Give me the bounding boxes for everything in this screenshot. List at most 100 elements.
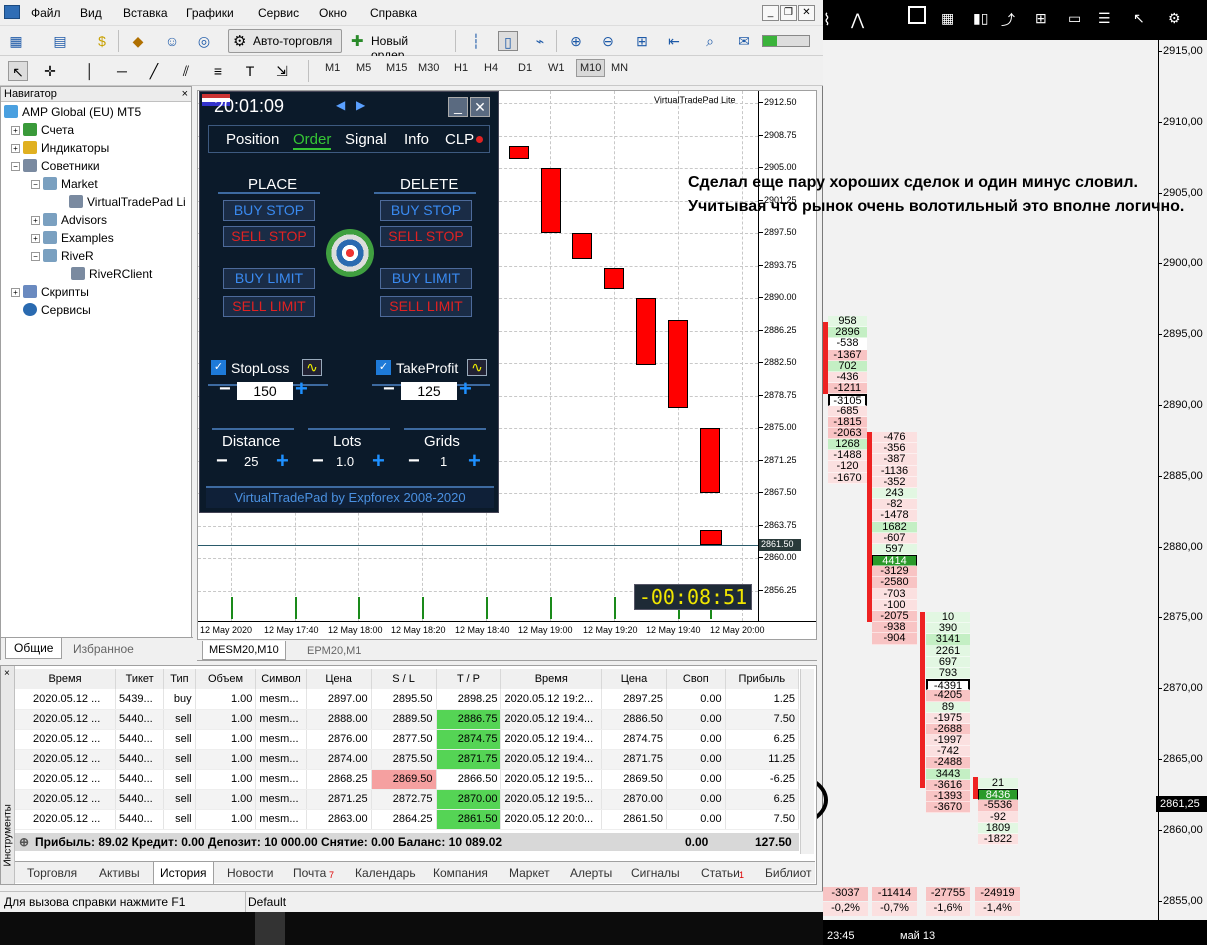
nav-scripts[interactable]: + Скрипты (11, 285, 89, 299)
scroll-icon[interactable]: ⇤ (664, 31, 684, 51)
stoploss-minus-button[interactable]: − (219, 378, 231, 401)
terminal-tab[interactable]: Алерты (570, 866, 612, 880)
stoploss-checkbox[interactable]: ✓ (211, 360, 226, 375)
terminal-tab[interactable]: Маркет (509, 866, 550, 880)
place-buy-stop-button[interactable]: BUY STOP (223, 200, 315, 221)
profiles-icon[interactable]: ▤ (50, 31, 70, 51)
terminal-tab[interactable]: Торговля (27, 866, 77, 880)
takeprofit-plus-button[interactable]: + (459, 376, 472, 402)
menu-view[interactable]: Вид (80, 6, 102, 20)
panel-icon[interactable]: ▭ (1068, 10, 1081, 27)
terminal-tab[interactable]: Компания (433, 866, 488, 880)
delete-sell-stop-button[interactable]: SELL STOP (380, 226, 472, 247)
delete-buy-stop-button[interactable]: BUY STOP (380, 200, 472, 221)
column-header[interactable]: Своп (666, 669, 726, 689)
search-icon[interactable]: ⌕ (700, 31, 720, 51)
cursor-icon[interactable]: ↖ (1133, 10, 1145, 27)
table-row[interactable]: 2020.05.12 ... 5440... sell 1.00 mesm... 2876… (15, 729, 800, 750)
tf-m10[interactable]: M10 (576, 59, 606, 77)
market-watch-icon[interactable]: $ (92, 31, 112, 51)
terminal-scrollbar[interactable] (800, 669, 814, 854)
chart-icon[interactable]: ⌇ (823, 10, 831, 30)
tab-clp[interactable]: CLP (445, 131, 474, 148)
menu-file[interactable]: Файл (31, 6, 61, 20)
next-arrow-icon[interactable]: ▶ (356, 98, 365, 112)
column-header[interactable]: Символ (255, 669, 307, 689)
takeprofit-minus-button[interactable]: − (383, 378, 395, 401)
export-icon[interactable]: ⤴ (1001, 10, 1015, 30)
tf-m30[interactable]: M30 (418, 62, 439, 74)
takeprofit-input[interactable]: 125 (401, 382, 457, 400)
nav-broker[interactable]: AMP Global (EU) MT5 (4, 105, 141, 119)
column-header[interactable]: Тип (163, 669, 196, 689)
autotrade-button[interactable]: ⚙ Авто-торговля (228, 29, 342, 53)
crosshair-icon[interactable]: ✛ (40, 61, 60, 81)
tab-signal[interactable]: Signal (345, 131, 387, 148)
menu-service[interactable]: Сервис (258, 6, 299, 20)
terminal-tab[interactable]: Новости (227, 866, 273, 880)
pad-close-button[interactable]: ✕ (470, 97, 490, 117)
minimize-button[interactable]: _ (762, 5, 779, 21)
candlestick-icon[interactable]: ▯ (498, 31, 518, 51)
menu-icon[interactable]: ☰ (1098, 10, 1111, 27)
table-row[interactable]: 2020.05.12 ... 5439... buy 1.00 mesm... 2897.… (15, 689, 800, 710)
stoploss-input[interactable]: 150 (237, 382, 293, 400)
menu-window[interactable]: Окно (319, 6, 347, 20)
navigator-icon[interactable]: ☺ (162, 31, 182, 51)
stoploss-wave-icon[interactable]: ∿ (302, 359, 322, 376)
takeprofit-wave-icon[interactable]: ∿ (467, 359, 487, 376)
place-buy-limit-button[interactable]: BUY LIMIT (223, 268, 315, 289)
data-window-icon[interactable]: ◆ (128, 31, 148, 51)
tf-h4[interactable]: H4 (484, 62, 498, 74)
prev-arrow-icon[interactable]: ◀ (336, 98, 345, 112)
terminal-tab[interactable]: Активы (99, 866, 140, 880)
nav-examples[interactable]: + Examples (31, 231, 114, 245)
takeprofit-checkbox[interactable]: ✓ (376, 360, 391, 375)
zoom-out-icon[interactable]: ⊖ (598, 31, 618, 51)
delete-sell-limit-button[interactable]: SELL LIMIT (380, 296, 472, 317)
terminal-tab[interactable]: Статьи (701, 866, 740, 880)
nav-market[interactable]: − Market (31, 177, 98, 191)
column-header[interactable]: T / P (436, 669, 502, 689)
tf-w1[interactable]: W1 (548, 62, 565, 74)
menu-charts[interactable]: Графики (186, 6, 234, 20)
tab-mesm20[interactable]: MESM20,M10 (202, 641, 286, 660)
bar-chart-icon[interactable]: ┆ (466, 31, 486, 51)
column-header[interactable]: Цена (601, 669, 667, 689)
horizontal-line-icon[interactable]: ─ (112, 61, 132, 81)
new-order-button[interactable]: ✚ Новый ордер (346, 29, 450, 62)
chat-icon[interactable]: ✉ (734, 31, 754, 51)
tab-position[interactable]: Position (226, 131, 279, 148)
footprint-chart[interactable]: ⌇ ⋀ ▦ ▮▯ ⤴ ⊞ ▭ ☰ ↖ ⚙ 2861,25 958 2896 -538… (823, 0, 1207, 945)
window-icon[interactable] (908, 6, 926, 24)
grids-value[interactable]: 1 (440, 454, 447, 469)
line-chart-icon[interactable]: ⌁ (530, 31, 550, 51)
settings-icon[interactable]: ⚙ (1168, 10, 1181, 27)
candle-icon[interactable]: ▮▯ (973, 10, 988, 27)
menu-insert[interactable]: Вставка (123, 6, 168, 20)
nav-virtualtradepad[interactable]: VirtualTradePad Li (69, 195, 186, 209)
grids-minus-button[interactable]: − (408, 450, 420, 473)
pad-minimize-button[interactable]: _ (448, 97, 468, 117)
table-row[interactable]: 2020.05.12 ... 5440... sell 1.00 mesm... 2868… (15, 769, 800, 790)
terminal-tab[interactable]: Сигналы (631, 866, 680, 880)
tab-epm20[interactable]: EPM20,M1 (307, 645, 361, 657)
lots-minus-button[interactable]: − (312, 450, 324, 473)
zoom-in-icon[interactable]: ⊕ (566, 31, 586, 51)
trendline-icon[interactable]: ╱ (144, 61, 164, 81)
delete-buy-limit-button[interactable]: BUY LIMIT (380, 268, 472, 289)
distance-plus-button[interactable]: + (276, 448, 289, 474)
table-row[interactable]: 2020.05.12 ... 5440... sell 1.00 mesm... 2863… (15, 809, 800, 830)
column-header[interactable]: Время (500, 669, 603, 689)
fibo-icon[interactable]: ≡ (208, 61, 228, 81)
cursor-icon[interactable]: ↖ (8, 61, 28, 81)
nav-experts[interactable]: − Советники (11, 159, 100, 173)
nav-accounts[interactable]: + Счета (11, 123, 74, 137)
close-button[interactable]: ✕ (798, 5, 815, 21)
place-sell-stop-button[interactable]: SELL STOP (223, 226, 315, 247)
column-header[interactable]: Объем (195, 669, 257, 689)
new-chart-icon[interactable]: ▦ (6, 31, 26, 51)
tf-h1[interactable]: H1 (454, 62, 468, 74)
distance-value[interactable]: 25 (244, 454, 258, 469)
taskbar-item[interactable] (255, 912, 285, 945)
